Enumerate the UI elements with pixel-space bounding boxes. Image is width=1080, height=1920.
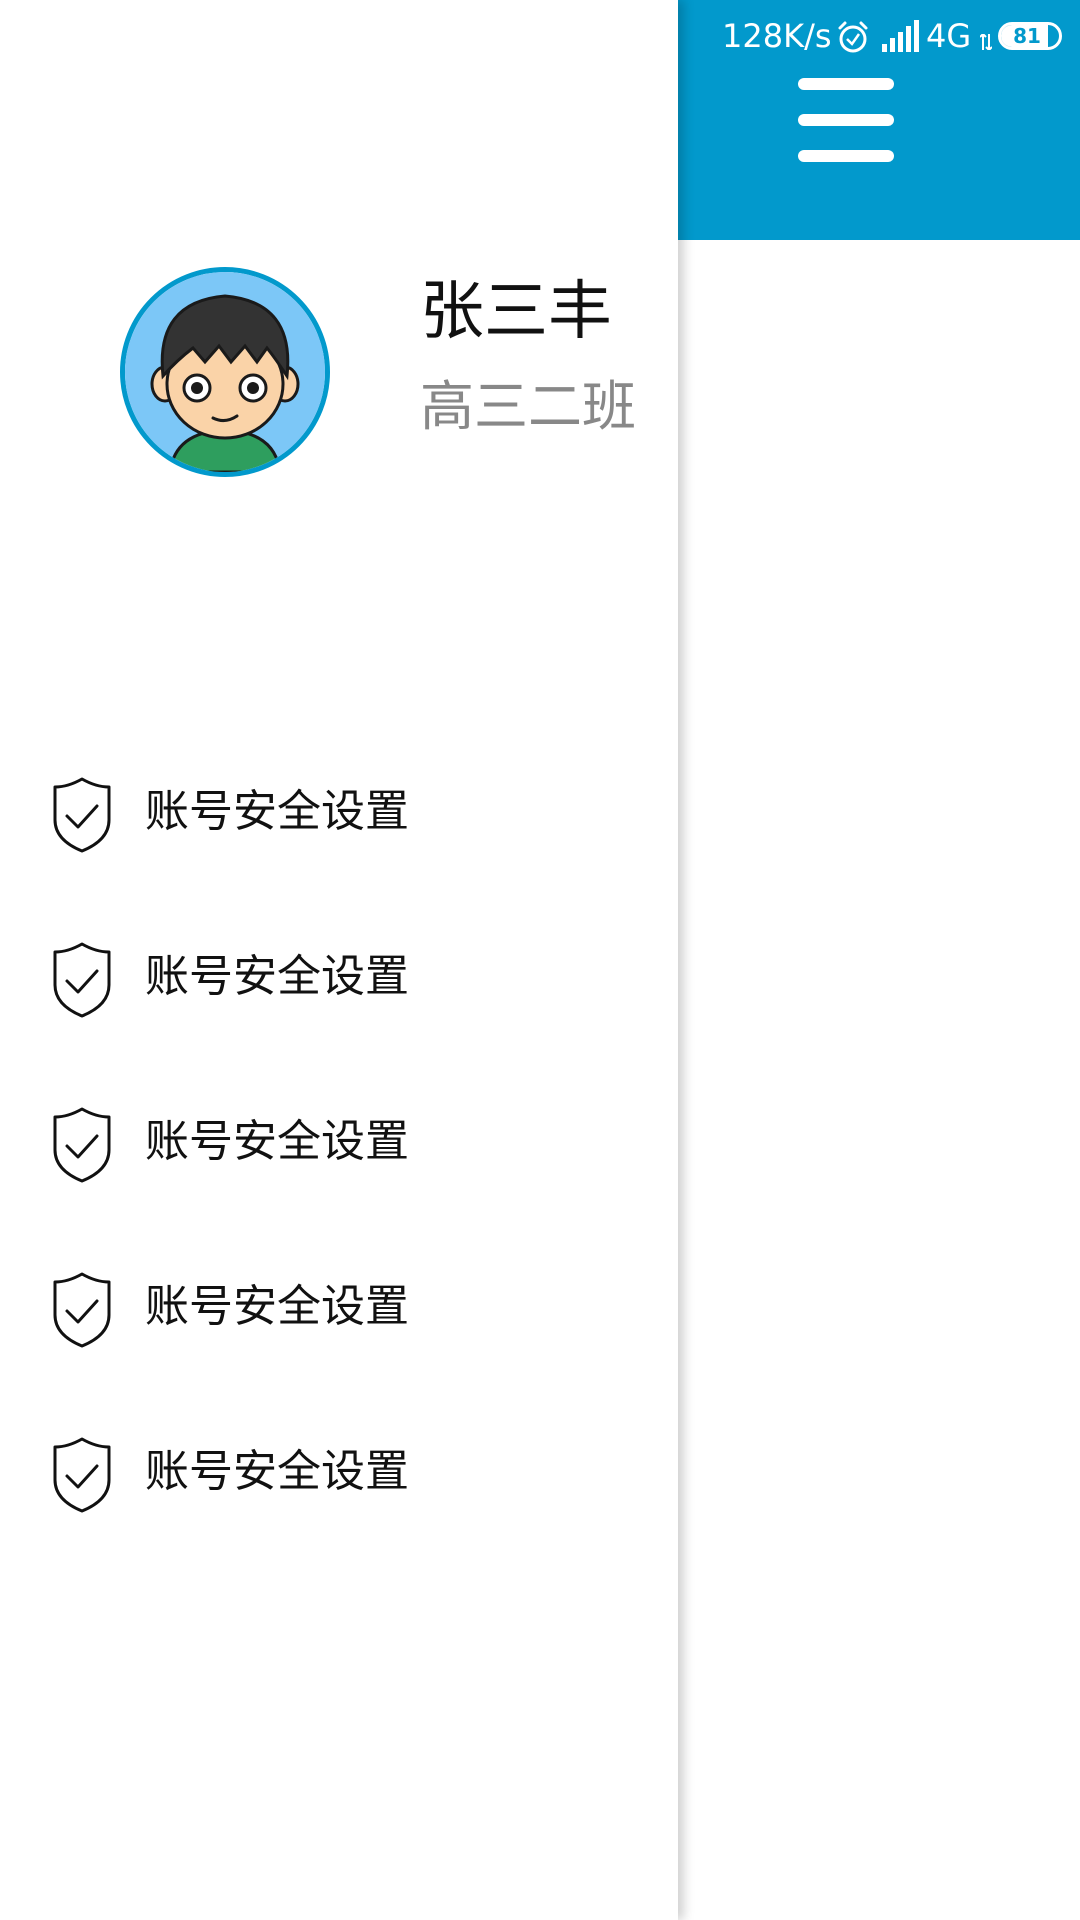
app-screen: 128K/s 4G 81 张三丰 高三二班 账号安全设置 账号安全设置 账号安全… [0,0,1080,1920]
shield-check-icon [53,1272,111,1348]
menu-bar-bottom [798,150,894,162]
avatar-boy-icon [125,272,325,472]
avatar[interactable] [120,267,330,477]
alarm-icon [838,21,868,53]
network-type: 4G [926,17,972,55]
network-speed: 128K/s [722,17,832,55]
shield-check-icon [53,1107,111,1183]
network-arrows-icon [980,34,992,50]
app-header: 128K/s 4G 81 [678,0,1080,240]
user-class: 高三二班 [420,375,636,438]
main-content[interactable]: 128K/s 4G 81 [678,0,1080,1920]
battery-icon: 81 [998,22,1062,50]
menu-item-account-security[interactable]: 账号安全设置 [0,1251,678,1416]
menu-item-label: 账号安全设置 [145,1281,409,1332]
shield-check-icon [53,1437,111,1513]
hamburger-menu-icon[interactable] [796,74,896,164]
shield-check-icon [53,777,111,853]
profile-header: 张三丰 高三二班 [0,0,678,500]
navigation-drawer: 张三丰 高三二班 账号安全设置 账号安全设置 账号安全设置 账号安全设置 账号安… [0,0,678,1920]
signal-icon [882,20,919,52]
menu-item-label: 账号安全设置 [145,786,409,837]
shield-check-icon [53,942,111,1018]
drawer-menu: 账号安全设置 账号安全设置 账号安全设置 账号安全设置 账号安全设置 [0,756,678,1581]
menu-item-account-security[interactable]: 账号安全设置 [0,921,678,1086]
user-name: 张三丰 [420,275,612,349]
menu-item-label: 账号安全设置 [145,1446,409,1497]
status-bar: 128K/s 4G 81 [678,0,1080,72]
menu-item-account-security[interactable]: 账号安全设置 [0,756,678,921]
menu-bar-middle [798,114,894,126]
menu-item-label: 账号安全设置 [145,951,409,1002]
menu-item-account-security[interactable]: 账号安全设置 [0,1416,678,1581]
menu-item-label: 账号安全设置 [145,1116,409,1167]
menu-item-account-security[interactable]: 账号安全设置 [0,1086,678,1251]
battery-percent: 81 [1013,24,1041,48]
menu-bar-top [798,78,894,90]
